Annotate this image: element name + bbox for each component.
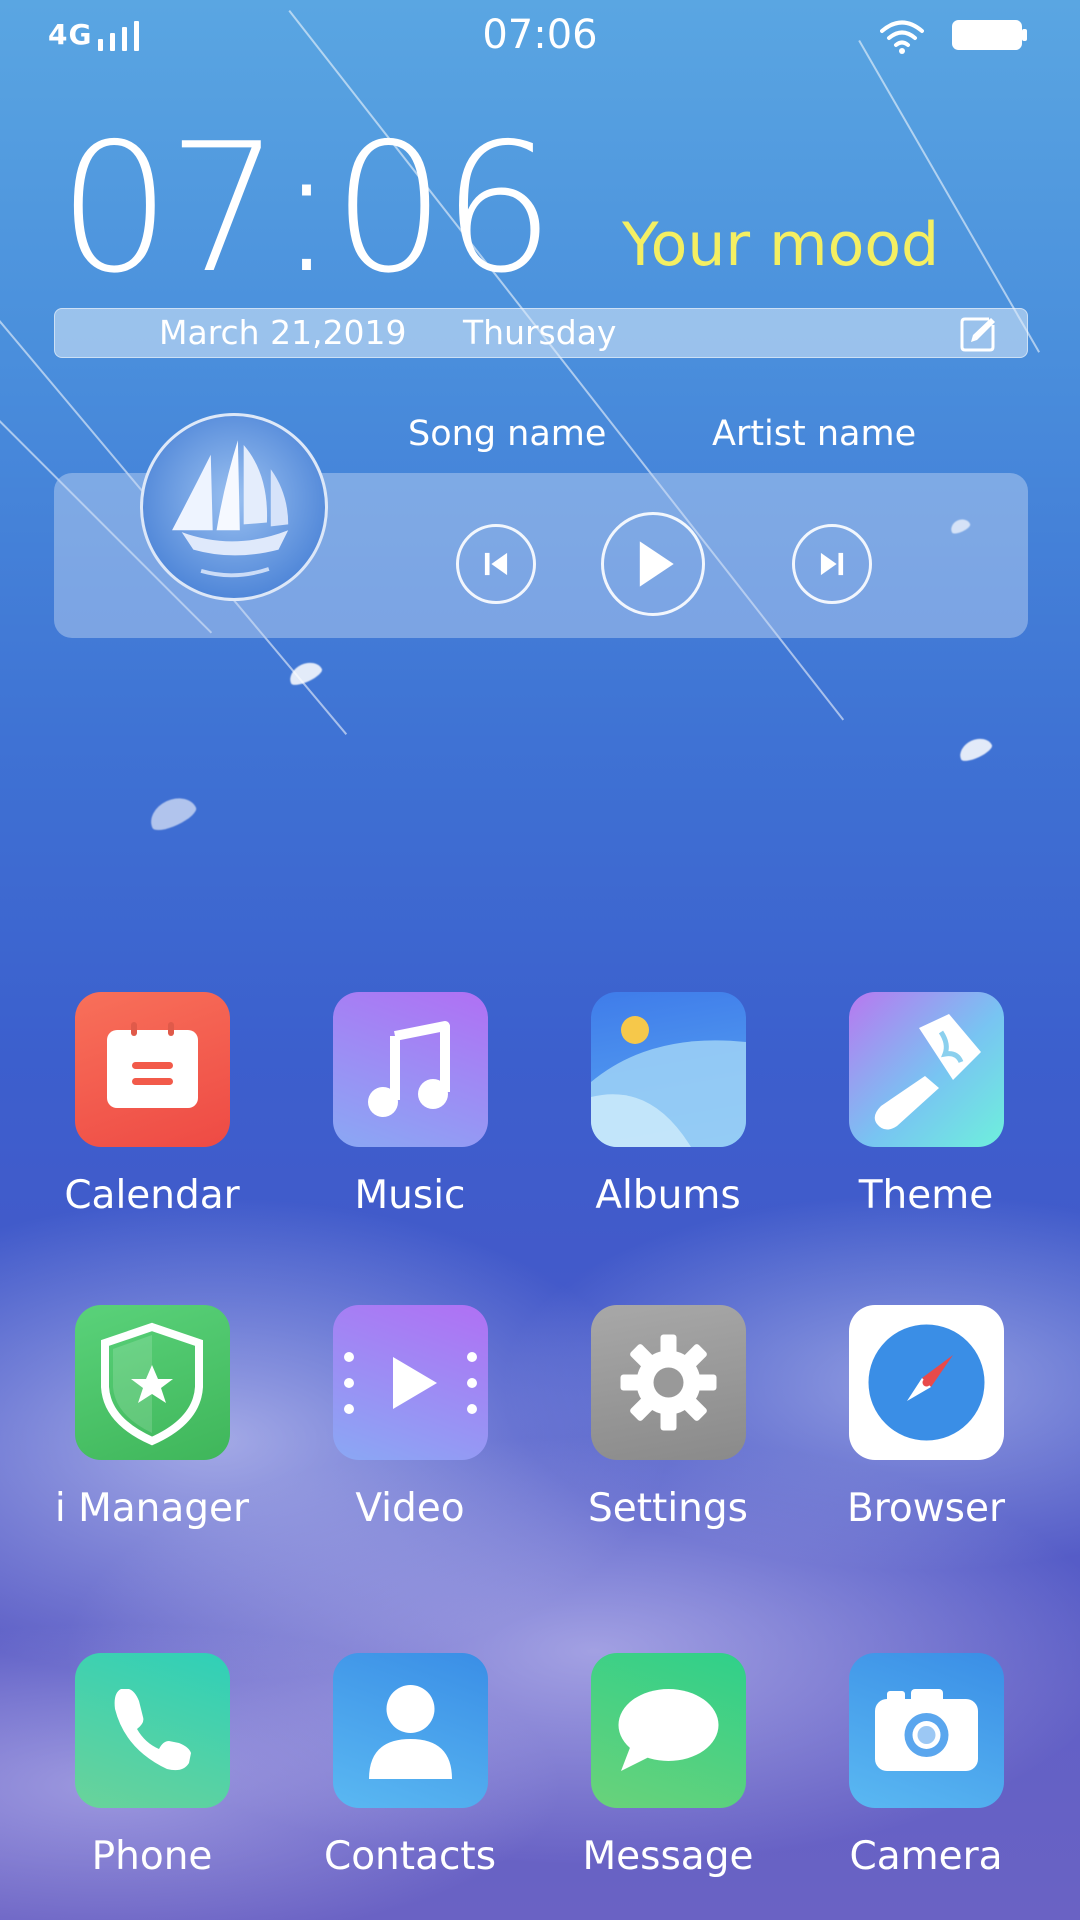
app-label: Calendar bbox=[64, 1173, 240, 1218]
app-label: Contacts bbox=[323, 1834, 497, 1879]
person-icon bbox=[332, 1653, 488, 1808]
mood-text[interactable]: Your mood bbox=[622, 210, 939, 280]
wallpaper-streak bbox=[858, 40, 1040, 353]
app-label: Video bbox=[355, 1486, 465, 1531]
app-label: Music bbox=[354, 1173, 466, 1218]
app-imanager[interactable]: i Manager bbox=[32, 1305, 272, 1531]
edit-icon[interactable] bbox=[959, 315, 997, 353]
previous-track-button[interactable] bbox=[456, 524, 536, 604]
app-label: Camera bbox=[849, 1834, 1003, 1879]
app-albums[interactable]: Albums bbox=[548, 992, 788, 1218]
app-label: i Manager bbox=[54, 1486, 250, 1531]
weekday-text: Thursday bbox=[463, 313, 617, 352]
date-text: March 21,2019 bbox=[159, 313, 407, 352]
date-bar: March 21,2019 Thursday bbox=[54, 308, 1028, 358]
artist-name: Artist name bbox=[712, 414, 917, 454]
app-settings[interactable]: Settings bbox=[548, 1305, 788, 1531]
app-label: Phone bbox=[91, 1834, 213, 1879]
app-label: Theme bbox=[858, 1173, 994, 1218]
wallpaper-petal bbox=[955, 733, 995, 765]
app-theme[interactable]: Theme bbox=[806, 992, 1046, 1218]
status-bar: 4G 07:06 bbox=[0, 0, 1080, 70]
app-video[interactable]: Video bbox=[290, 1305, 530, 1531]
chat-bubble-icon bbox=[590, 1653, 746, 1808]
app-label: Browser bbox=[846, 1486, 1006, 1531]
app-contacts[interactable]: Contacts bbox=[290, 1653, 530, 1879]
app-label: Message bbox=[582, 1834, 754, 1879]
play-button[interactable] bbox=[601, 512, 705, 616]
clock-time[interactable]: 07:06 bbox=[58, 120, 555, 298]
album-art[interactable] bbox=[140, 413, 328, 601]
app-label: Settings bbox=[588, 1486, 748, 1531]
video-play-icon bbox=[332, 1305, 488, 1460]
app-message[interactable]: Message bbox=[548, 1653, 788, 1879]
camera-icon bbox=[848, 1653, 1004, 1808]
app-phone[interactable]: Phone bbox=[32, 1653, 272, 1879]
next-track-button[interactable] bbox=[792, 524, 872, 604]
song-name: Song name bbox=[408, 414, 607, 454]
music-note-icon bbox=[332, 992, 488, 1147]
battery-icon bbox=[952, 20, 1027, 50]
albums-icon bbox=[590, 992, 746, 1147]
app-label: Albums bbox=[595, 1173, 741, 1218]
wifi-icon bbox=[880, 20, 924, 54]
skip-next-icon bbox=[820, 552, 844, 576]
app-camera[interactable]: Camera bbox=[806, 1653, 1046, 1879]
wallpaper-petal bbox=[144, 791, 200, 835]
calendar-icon bbox=[74, 992, 230, 1147]
sailing-ship-icon bbox=[172, 440, 289, 578]
app-browser[interactable]: Browser bbox=[806, 1305, 1046, 1531]
shield-star-icon bbox=[74, 1305, 230, 1460]
compass-icon bbox=[848, 1305, 1004, 1460]
paintbrush-icon bbox=[848, 992, 1004, 1147]
phone-icon bbox=[74, 1653, 230, 1808]
gear-icon bbox=[590, 1305, 746, 1460]
app-music[interactable]: Music bbox=[290, 992, 530, 1218]
play-icon bbox=[639, 541, 674, 587]
skip-previous-icon bbox=[484, 552, 508, 576]
app-calendar[interactable]: Calendar bbox=[32, 992, 272, 1218]
